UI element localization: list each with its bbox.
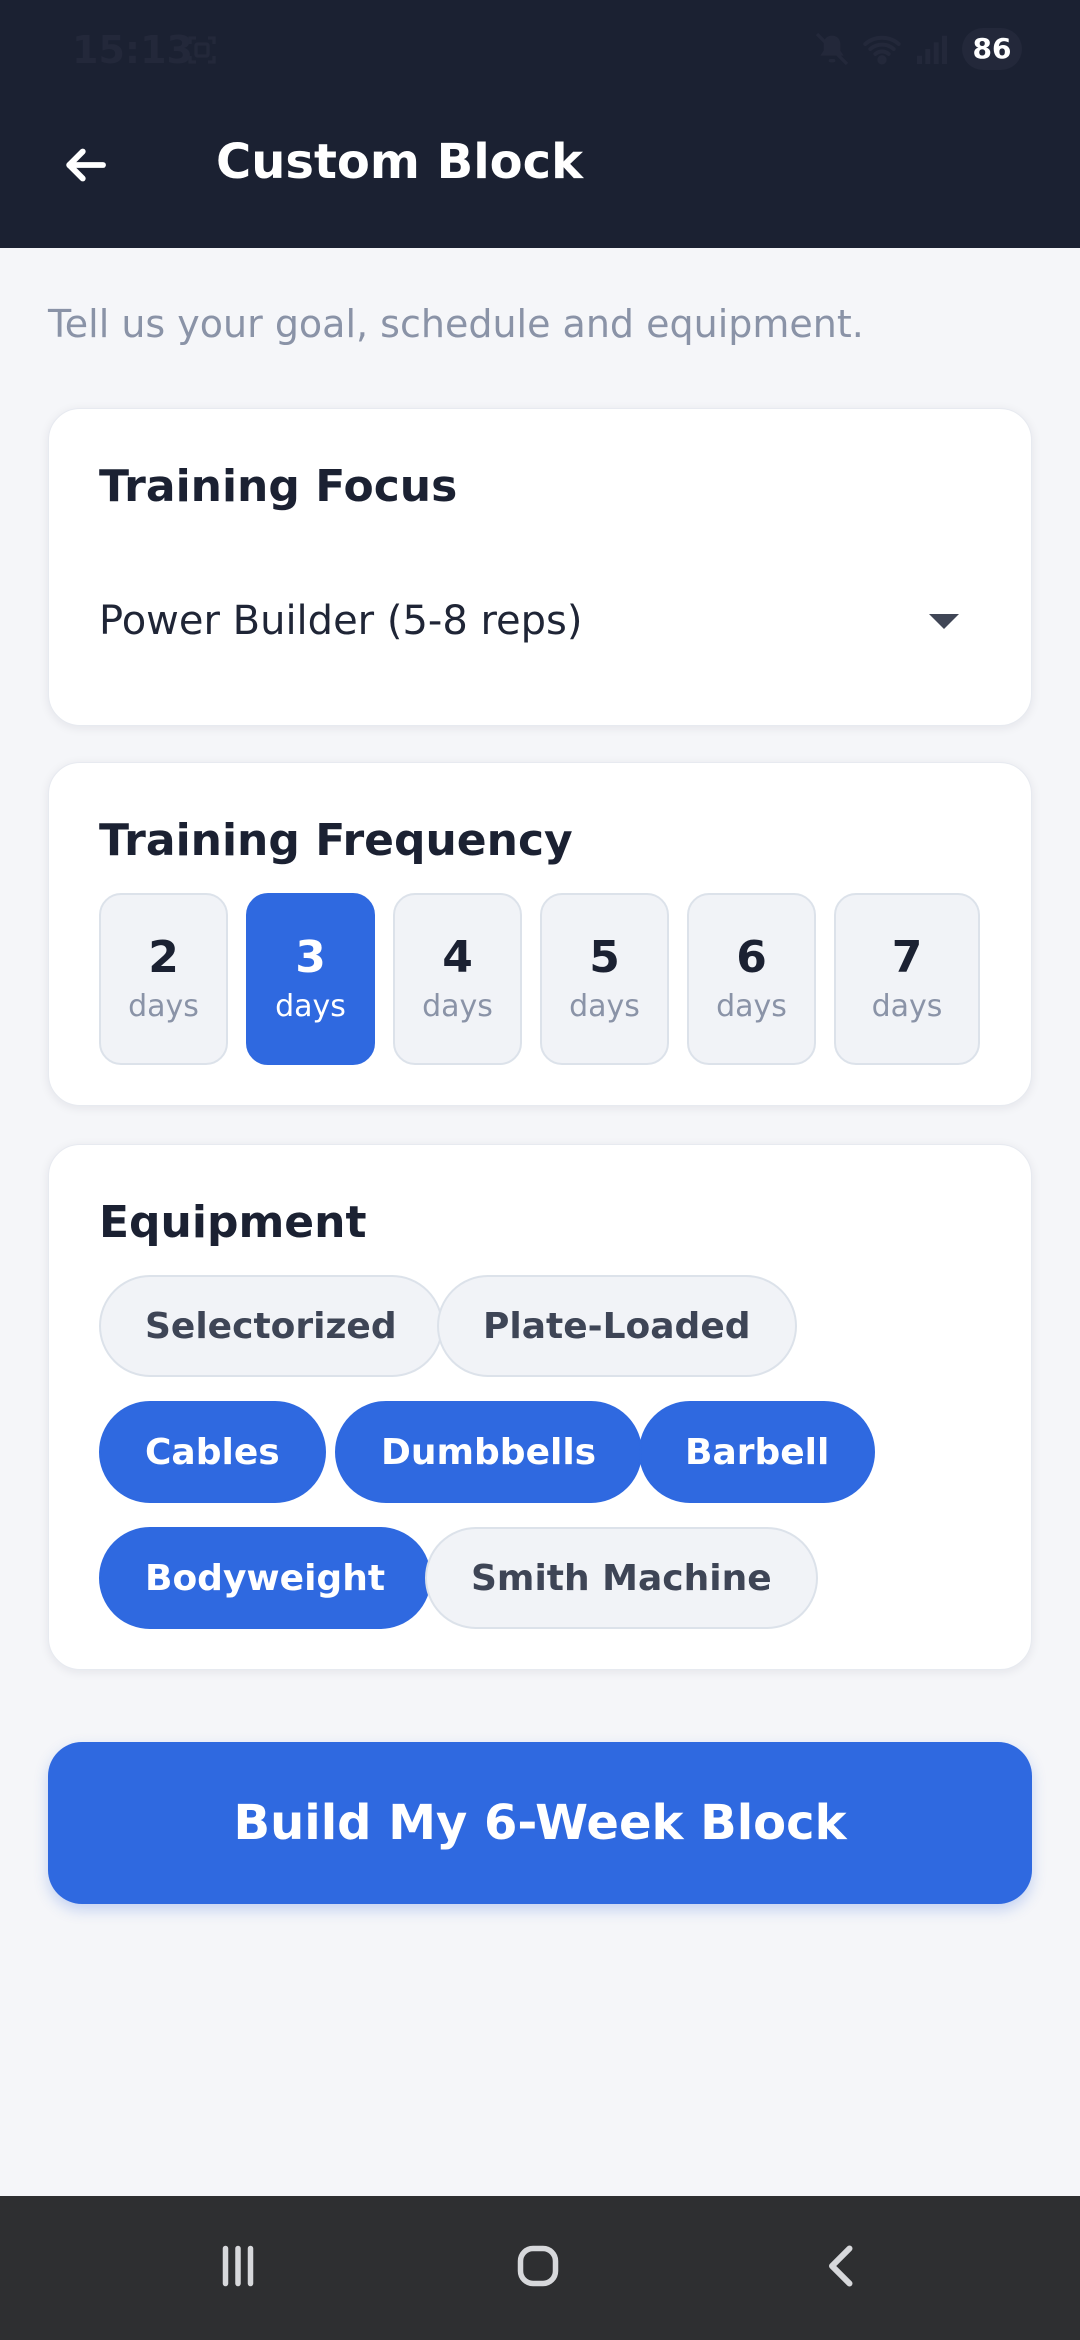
day-label: days xyxy=(716,988,787,1024)
day-label: days xyxy=(128,988,199,1024)
training-focus-title: Training Focus xyxy=(99,461,458,512)
signal-icon xyxy=(912,29,952,69)
training-focus-card: Training Focus Power Builder (5-8 reps) xyxy=(48,408,1032,726)
training-focus-dropdown[interactable]: Power Builder (5-8 reps) xyxy=(99,581,983,661)
equipment-chip-selectorized[interactable]: Selectorized xyxy=(99,1275,443,1377)
equipment-chip-plate-loaded[interactable]: Plate-Loaded xyxy=(437,1275,797,1377)
frequency-option-3[interactable]: 3 days xyxy=(246,893,375,1065)
day-label: days xyxy=(569,988,640,1024)
day-number: 4 xyxy=(442,932,473,984)
frequency-option-7[interactable]: 7 days xyxy=(834,893,980,1065)
day-number: 3 xyxy=(295,932,326,984)
screenshot-icon xyxy=(184,32,220,68)
frequency-option-4[interactable]: 4 days xyxy=(393,893,522,1065)
training-frequency-title: Training Frequency xyxy=(99,815,573,866)
status-time: 15:13 xyxy=(72,28,193,72)
battery-icon: 86 xyxy=(962,28,1022,70)
equipment-chip-cables[interactable]: Cables xyxy=(99,1401,326,1503)
page-title: Custom Block xyxy=(216,134,584,190)
day-label: days xyxy=(871,988,943,1024)
app-bar: Custom Block xyxy=(0,100,1080,248)
navigation-bar xyxy=(0,2196,1080,2340)
status-bar: 15:13 86 xyxy=(0,0,1080,100)
frequency-option-2[interactable]: 2 days xyxy=(99,893,228,1065)
day-number: 7 xyxy=(891,932,923,984)
equipment-chip-barbell[interactable]: Barbell xyxy=(639,1401,876,1503)
day-label: days xyxy=(422,988,493,1024)
equipment-card: Equipment Selectorized Plate-Loaded Cabl… xyxy=(48,1144,1032,1670)
day-number: 2 xyxy=(148,932,179,984)
back-icon xyxy=(812,2236,872,2300)
app-screen: 15:13 86 Custom Block Tell us your goal,… xyxy=(0,0,1080,2340)
equipment-title: Equipment xyxy=(99,1197,367,1248)
equipment-chip-bodyweight[interactable]: Bodyweight xyxy=(99,1527,432,1629)
frequency-options: 2 days 3 days 4 days 5 days 6 days 7 day… xyxy=(99,893,980,1065)
equipment-chip-dumbbells[interactable]: Dumbbells xyxy=(335,1401,643,1503)
page-subtitle: Tell us your goal, schedule and equipmen… xyxy=(48,302,864,346)
equipment-chip-smith-machine[interactable]: Smith Machine xyxy=(425,1527,818,1629)
home-button[interactable] xyxy=(498,2238,578,2298)
build-block-button[interactable]: Build My 6-Week Block xyxy=(48,1742,1032,1904)
recent-apps-icon xyxy=(208,2236,268,2300)
home-icon xyxy=(508,2236,568,2300)
arrow-left-icon xyxy=(58,138,112,196)
recent-apps-button[interactable] xyxy=(198,2238,278,2298)
header: 15:13 86 Custom Block xyxy=(0,0,1080,248)
wifi-icon xyxy=(862,29,902,69)
frequency-option-6[interactable]: 6 days xyxy=(687,893,816,1065)
status-icons: 86 xyxy=(812,28,1022,70)
back-button[interactable] xyxy=(48,130,122,204)
training-focus-value: Power Builder (5-8 reps) xyxy=(99,598,583,644)
dropdown-arrow-icon xyxy=(929,613,959,629)
training-frequency-card: Training Frequency 2 days 3 days 4 days … xyxy=(48,762,1032,1106)
day-number: 6 xyxy=(736,932,767,984)
mute-icon xyxy=(812,29,852,69)
day-number: 5 xyxy=(589,932,620,984)
frequency-option-5[interactable]: 5 days xyxy=(540,893,669,1065)
system-back-button[interactable] xyxy=(802,2238,882,2298)
day-label: days xyxy=(275,988,346,1024)
